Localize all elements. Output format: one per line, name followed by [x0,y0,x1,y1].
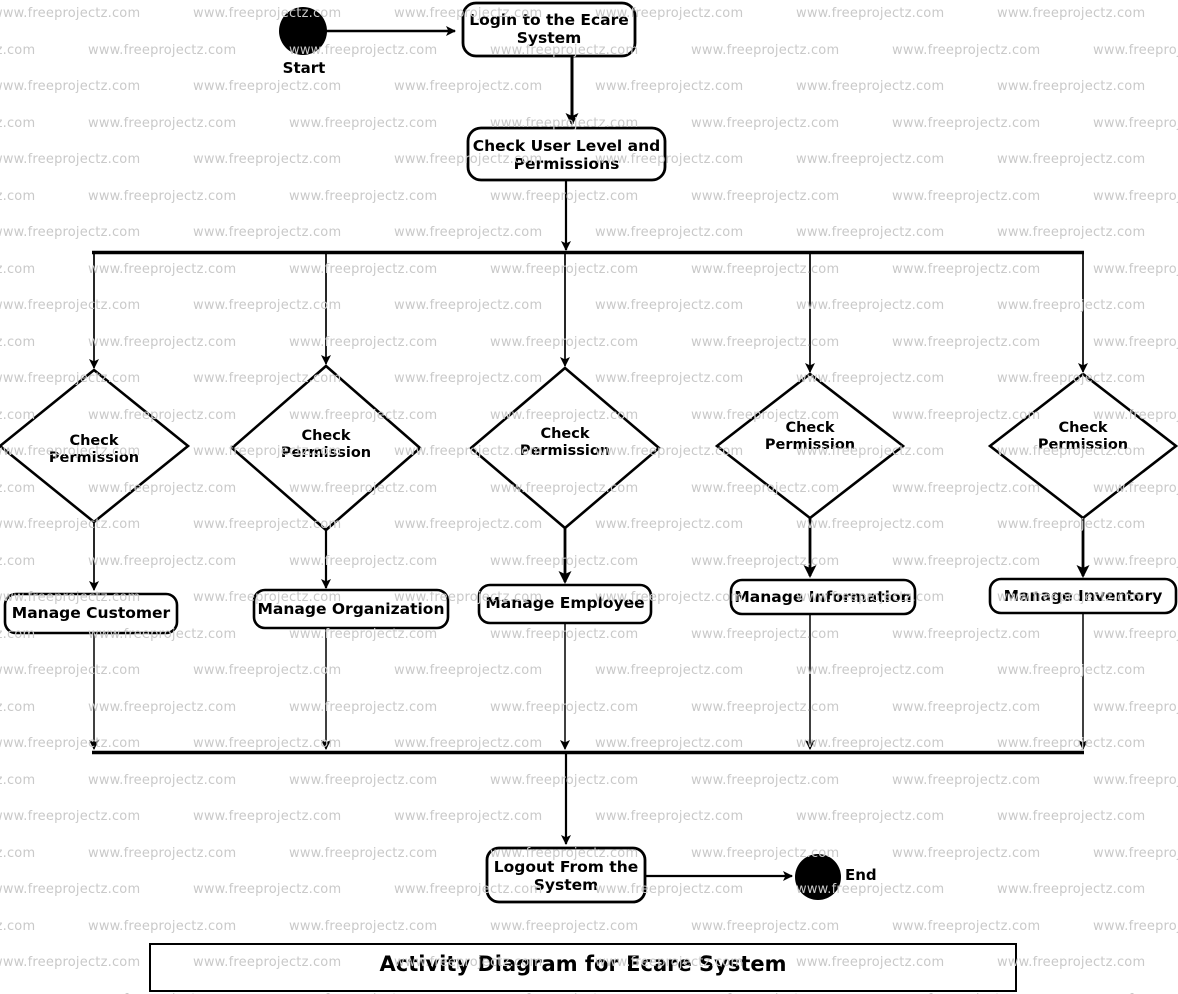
final-node [795,854,841,900]
decision-diamond-4 [714,372,906,520]
title-frame [149,943,1017,992]
activity-diagram-canvas: www.freeprojectz.com www.freeprojectz.com… [0,0,1178,994]
check-user-box [466,126,667,182]
decision-diamond-5 [987,372,1178,520]
activity-box-3 [477,583,653,625]
initial-node [279,7,327,55]
logout-box [485,846,647,904]
login-box [461,1,637,58]
decision-diamond-3 [468,366,662,530]
decision-diamond-2 [230,364,422,532]
decision-diamond-1 [0,368,191,524]
activity-box-4 [729,578,917,616]
activity-box-5 [988,577,1178,615]
diagram-graph [0,1,1178,992]
activity-box-2 [252,588,450,630]
activity-box-1 [3,592,179,635]
